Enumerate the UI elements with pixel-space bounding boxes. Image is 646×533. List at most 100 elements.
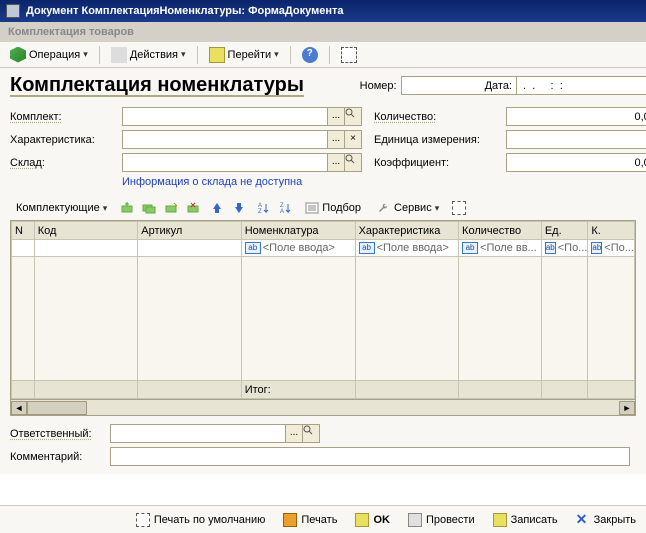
print-default-button[interactable]: Печать по умолчанию [132,511,270,529]
delete-row-button[interactable] [183,198,203,218]
edit-row-icon [164,201,178,215]
sklad-info-link[interactable]: Информация о склада не доступна [122,176,636,188]
ab-icon: ab [545,242,556,254]
print-label: Печать [301,514,337,526]
add-row-button[interactable] [117,198,137,218]
col-artikul[interactable]: Артикул [138,222,241,240]
sort-desc-button[interactable]: ZA [275,198,295,218]
placeholder: <По... [558,242,588,254]
otvetstvenny-input[interactable] [110,424,286,443]
cell-kolichestvo[interactable]: ab<Поле вв... [459,240,542,257]
scroll-left-button[interactable]: ◄ [11,401,27,415]
ellipsis-button[interactable]: ... [286,424,303,443]
col-k[interactable]: К. [588,222,635,240]
ab-icon: ab [245,242,261,254]
cell[interactable] [459,257,542,381]
goto-button[interactable]: Перейти ▾ [203,44,285,66]
print-button[interactable]: Печать [279,511,341,529]
cube-icon [10,47,26,63]
sort-asc-button[interactable]: AZ [253,198,273,218]
komplekt-input[interactable] [122,107,328,126]
cell-nomenklatura[interactable]: ab<Поле ввода> [241,240,355,257]
sklad-input[interactable] [122,153,328,172]
actions-label: Действия [130,49,178,61]
list-icon [305,201,319,215]
cell-harakteristika[interactable]: ab<Поле ввода> [355,240,458,257]
harakteristika-label: Характеристика: [10,134,110,146]
separator [99,46,100,64]
horizontal-scrollbar[interactable]: ◄ ► [10,400,636,416]
clear-button[interactable]: × [345,130,362,149]
move-down-button[interactable] [229,198,249,218]
placeholder: <Поле вв... [480,242,537,254]
otvetstvenny-label: Ответственный: [10,428,106,440]
operation-button[interactable]: Операция ▾ [4,44,94,66]
print-icon [283,513,297,527]
provesti-button[interactable]: Провести [404,511,479,529]
lookup-button[interactable] [345,153,362,172]
cell[interactable] [588,257,635,381]
kolichestvo-input[interactable] [506,107,646,126]
copy-row-button[interactable] [139,198,159,218]
edit-row-button[interactable] [161,198,181,218]
arrow-up-icon [210,201,224,215]
zapisat-button[interactable]: Записать [489,511,562,529]
magnifier-icon [345,108,355,118]
kommentariy-input[interactable] [110,447,630,466]
cell[interactable] [12,257,35,381]
ok-button[interactable]: OK [351,511,394,529]
window-title: Документ КомплектацияНоменклатуры: Форма… [26,5,344,17]
col-kod[interactable]: Код [34,222,137,240]
date-input[interactable] [516,76,646,95]
ellipsis-button[interactable]: ... [328,153,345,172]
zakryt-button[interactable]: ✕ Закрыть [572,511,640,529]
col-nomenklatura[interactable]: Номенклатура [241,222,355,240]
servis-button[interactable]: Сервис ▾ [371,198,445,218]
actions-button[interactable]: Действия ▾ [105,44,192,66]
scroll-right-button[interactable]: ► [619,401,635,415]
bottom-fields: Ответственный: ... Комментарий: [10,424,636,466]
placeholder: <Поле ввода> [263,242,335,254]
sort-desc-icon: ZA [278,201,292,215]
scroll-thumb[interactable] [27,401,87,415]
cell[interactable] [541,257,588,381]
cell-kod[interactable] [34,240,137,257]
cell-k[interactable]: ab<По... [588,240,635,257]
col-kolichestvo[interactable]: Количество [459,222,542,240]
header-row: Комплектация номенклатуры Номер: Дата: [10,74,636,97]
move-up-button[interactable] [207,198,227,218]
edinica-input[interactable] [506,130,646,149]
cell [34,381,137,399]
col-harakteristika[interactable]: Характеристика [355,222,458,240]
dotted-button[interactable] [449,198,469,218]
cell[interactable] [34,257,137,381]
ellipsis-button[interactable]: ... [328,130,345,149]
statusbar: Печать по умолчанию Печать OK Провести З… [0,505,646,533]
lookup-button[interactable] [345,107,362,126]
dotted-button[interactable] [335,44,363,66]
help-button[interactable]: ? [296,44,324,66]
col-n[interactable]: N [12,222,35,240]
header-right: Номер: Дата: [360,76,636,95]
footer-row: Итог: [12,381,635,399]
chevron-down-icon: ▾ [274,49,279,60]
cell [541,381,588,399]
zapisat-label: Записать [511,514,558,526]
ellipsis-button[interactable]: ... [328,107,345,126]
field-grid: Комплект: ... Количество: Характеристика… [10,107,636,172]
cell[interactable] [355,257,458,381]
koefficient-label: Коэффициент: [374,157,494,169]
lookup-button[interactable] [303,424,320,443]
koefficient-input[interactable] [506,153,646,172]
cell[interactable] [138,257,241,381]
number-label: Номер: [360,80,397,92]
komplektuyushchie-button[interactable]: Комплектующие ▾ [10,199,113,217]
podbor-button[interactable]: Подбор [299,198,367,218]
cell[interactable] [241,257,355,381]
col-ed[interactable]: Ед. [541,222,588,240]
harakteristika-input[interactable] [122,130,328,149]
sklad-label: Склад: [10,157,110,169]
cell-n[interactable] [12,240,35,257]
cell-ed[interactable]: ab<По... [541,240,588,257]
cell-artikul[interactable] [138,240,241,257]
